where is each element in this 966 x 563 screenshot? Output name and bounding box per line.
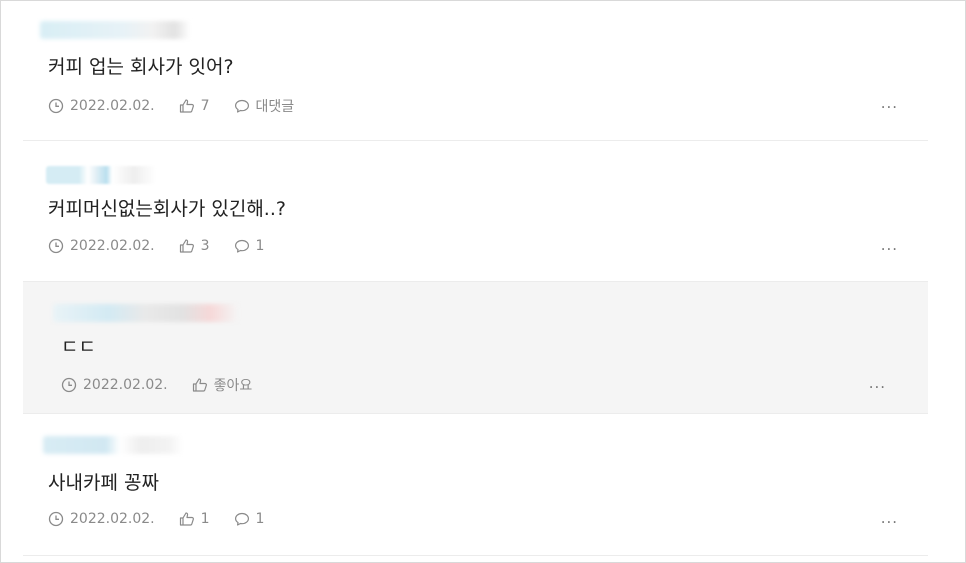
comment-text: 커피 업는 회사가 잇어? <box>48 56 234 78</box>
more-options-button[interactable]: ... <box>869 374 886 392</box>
comment-text: ㄷㄷ <box>61 336 96 358</box>
more-options-button[interactable]: ... <box>881 94 898 112</box>
thumbs-up-icon <box>179 98 195 114</box>
author-name-blurred <box>40 21 190 39</box>
reply-button[interactable]: 대댓글 <box>234 96 294 116</box>
comment-meta: 2022.02.02. 좋아요 <box>61 375 276 395</box>
comment-date: 2022.02.02. <box>48 511 155 527</box>
comment-item: 사내카페 꽁짜 2022.02.02. 1 1 ... <box>23 414 928 556</box>
author-name-blurred <box>43 436 183 454</box>
speech-bubble-icon <box>234 238 250 254</box>
reply-comment-item: ㄷㄷ 2022.02.02. 좋아요 ... <box>23 282 928 414</box>
more-options-button[interactable]: ... <box>881 236 898 254</box>
comment-text: 커피머신없는회사가 있긴해..? <box>48 198 286 220</box>
reply-button[interactable]: 1 <box>234 511 264 527</box>
comment-date: 2022.02.02. <box>61 377 168 393</box>
clock-icon <box>48 98 64 114</box>
speech-bubble-icon <box>234 511 250 527</box>
clock-icon <box>48 238 64 254</box>
comment-item: 커피머신없는회사가 있긴해..? 2022.02.02. 3 1 ... <box>23 141 928 282</box>
thumbs-up-icon <box>192 377 208 393</box>
like-button[interactable]: 7 <box>179 98 210 114</box>
comment-item: 커피 업는 회사가 잇어? 2022.02.02. 7 대댓글 ... <box>23 0 928 141</box>
comment-date: 2022.02.02. <box>48 98 155 114</box>
thumbs-up-icon <box>179 511 195 527</box>
reply-button[interactable]: 1 <box>234 238 264 254</box>
speech-bubble-icon <box>234 98 250 114</box>
comment-date: 2022.02.02. <box>48 238 155 254</box>
clock-icon <box>48 511 64 527</box>
clock-icon <box>61 377 77 393</box>
like-button[interactable]: 좋아요 <box>192 375 252 395</box>
author-name-blurred <box>53 304 238 322</box>
comment-text: 사내카페 꽁짜 <box>48 472 159 494</box>
comment-meta: 2022.02.02. 7 대댓글 <box>48 96 318 116</box>
author-name-blurred <box>46 166 156 184</box>
thumbs-up-icon <box>179 238 195 254</box>
like-button[interactable]: 3 <box>179 238 210 254</box>
comment-meta: 2022.02.02. 1 1 <box>48 511 288 527</box>
more-options-button[interactable]: ... <box>881 509 898 527</box>
like-button[interactable]: 1 <box>179 511 210 527</box>
comment-meta: 2022.02.02. 3 1 <box>48 238 288 254</box>
